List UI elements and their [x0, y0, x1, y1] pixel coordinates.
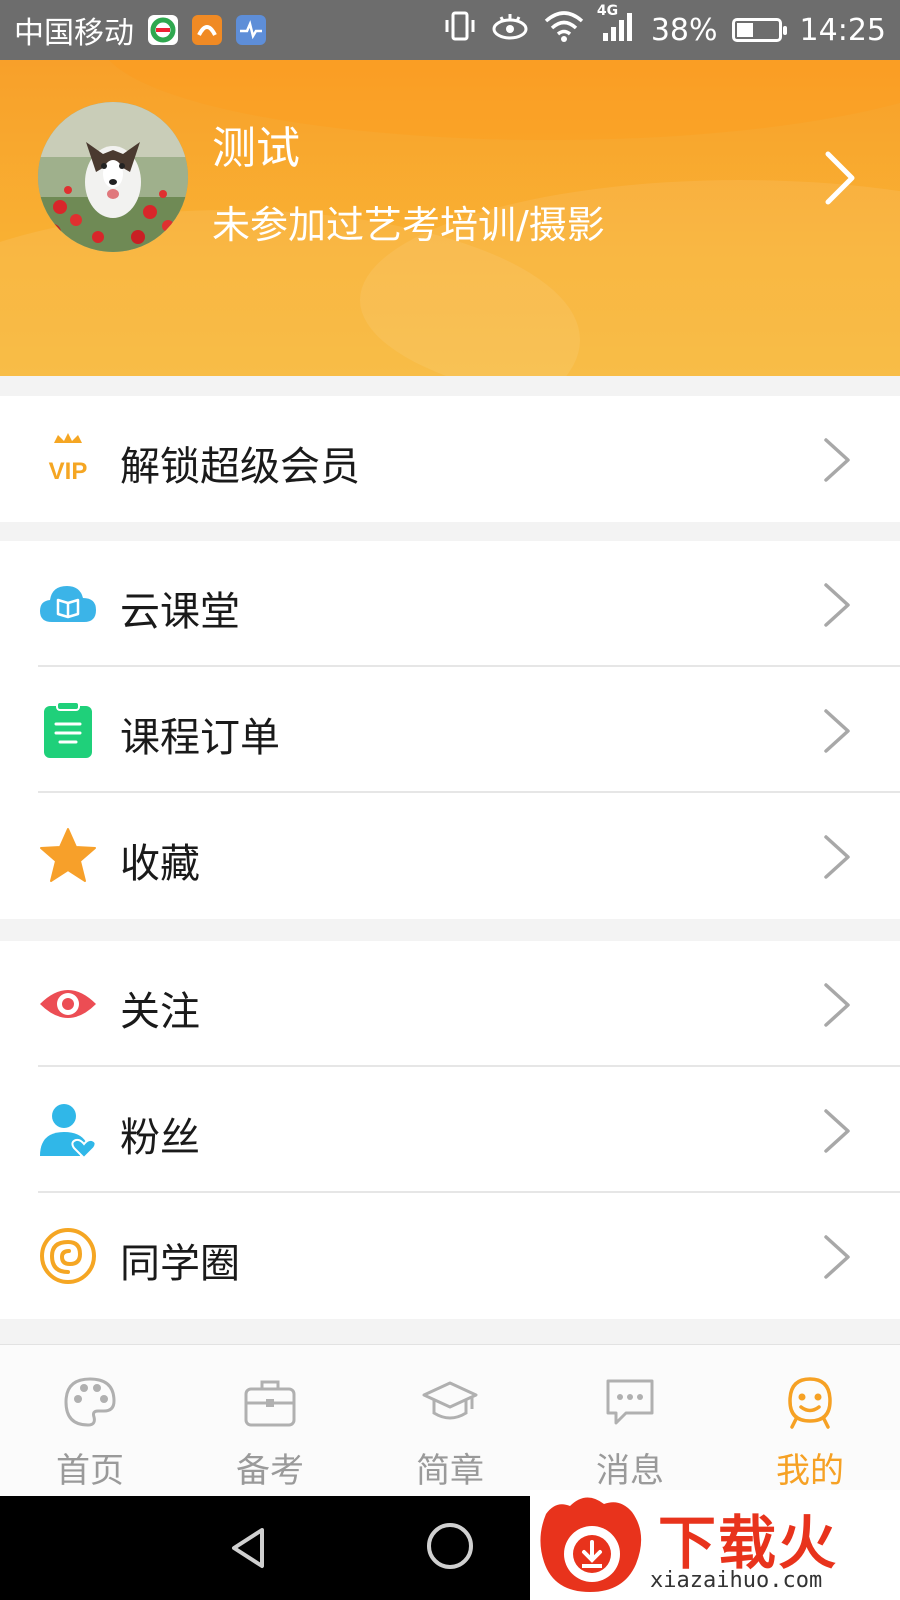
star-icon — [40, 828, 96, 882]
tab-label: 简章 — [416, 1451, 484, 1491]
tab-prospectus[interactable]: 简章 — [360, 1345, 540, 1497]
spiral-icon — [40, 1228, 96, 1284]
menu-group-social: 关注 粉丝 同学圈 — [0, 941, 900, 1319]
app-notification-icon — [148, 15, 178, 45]
signal-icon: 4G — [597, 3, 637, 51]
chevron-right-icon — [824, 709, 850, 753]
network-type-label: 4G — [596, 3, 619, 19]
cloud-book-icon — [40, 586, 96, 622]
menu-item-classmates[interactable]: 同学圈 — [0, 1193, 900, 1319]
menu-item-label: 收藏 — [120, 841, 200, 887]
graduation-cap-icon — [422, 1381, 478, 1420]
chevron-right-icon — [824, 1235, 850, 1279]
profile-name: 测试 — [212, 123, 300, 174]
watermark-logo: 下载火 xiazaihuo.com — [530, 1490, 900, 1600]
profile-header[interactable]: 测试 未参加过艺考培训/摄影 — [0, 60, 900, 376]
uc-browser-icon — [192, 15, 222, 45]
carrier-name: 中国移动 — [14, 16, 134, 51]
chevron-right-icon — [824, 835, 850, 879]
status-bar: 中国移动 4G 38% 14:25 — [0, 0, 900, 60]
watermark-url: xiazaihuo.com — [650, 1568, 823, 1593]
tab-label: 首页 — [56, 1451, 124, 1491]
back-icon[interactable] — [226, 1524, 270, 1572]
menu-item-label: 云课堂 — [120, 589, 240, 635]
chevron-right-icon — [824, 438, 850, 482]
menu-item-label: 粉丝 — [120, 1115, 200, 1161]
clock: 14:25 — [799, 12, 886, 48]
tab-messages[interactable]: 消息 — [540, 1345, 720, 1497]
user-heart-icon — [40, 1104, 97, 1160]
chevron-right-icon[interactable] — [820, 148, 860, 208]
menu-group-vip: VIP 解锁超级会员 — [0, 396, 900, 522]
svg-text:VIP: VIP — [49, 458, 88, 485]
chevron-right-icon — [824, 983, 850, 1027]
menu-item-course-orders[interactable]: 课程订单 — [0, 667, 900, 793]
tab-home[interactable]: 首页 — [0, 1345, 180, 1497]
tab-exam-prep[interactable]: 备考 — [180, 1345, 360, 1497]
avatar[interactable] — [38, 102, 188, 252]
briefcase-icon — [244, 1380, 296, 1427]
battery-percent: 38% — [650, 12, 718, 48]
vibrate-icon — [443, 9, 477, 51]
chevron-right-icon — [824, 1109, 850, 1153]
menu-item-label: 解锁超级会员 — [120, 444, 360, 490]
smiley-icon — [788, 1377, 832, 1429]
menu-item-cloud-classroom[interactable]: 云课堂 — [0, 541, 900, 667]
menu-item-follow[interactable]: 关注 — [0, 941, 900, 1067]
battery-icon — [731, 18, 787, 42]
menu-group-courses: 云课堂 课程订单 收藏 — [0, 541, 900, 919]
vip-crown-icon: VIP — [49, 433, 88, 485]
tab-label: 备考 — [236, 1451, 304, 1491]
eye-care-icon — [491, 9, 529, 51]
flame-logo-icon — [540, 1497, 642, 1592]
health-app-icon — [236, 15, 266, 45]
menu-item-label: 关注 — [120, 989, 200, 1035]
chevron-right-icon — [824, 583, 850, 627]
tab-label: 我的 — [776, 1451, 844, 1491]
bottom-tab-bar: 首页 备考 简章 消息 我的 — [0, 1344, 900, 1497]
profile-subtitle: 未参加过艺考培训/摄影 — [212, 203, 605, 247]
menu-item-label: 同学圈 — [120, 1241, 240, 1287]
tab-label: 消息 — [596, 1451, 664, 1491]
tab-mine[interactable]: 我的 — [720, 1345, 900, 1497]
wifi-icon — [543, 9, 585, 51]
eye-icon — [40, 990, 96, 1018]
menu-item-vip[interactable]: VIP 解锁超级会员 — [0, 396, 900, 522]
menu-item-favorites[interactable]: 收藏 — [0, 793, 900, 919]
home-icon[interactable] — [424, 1520, 476, 1572]
chat-bubble-icon — [606, 1379, 654, 1425]
clipboard-icon — [44, 701, 92, 758]
menu-item-label: 课程订单 — [120, 715, 280, 761]
palette-icon — [64, 1377, 116, 1427]
menu-item-fans[interactable]: 粉丝 — [0, 1067, 900, 1193]
